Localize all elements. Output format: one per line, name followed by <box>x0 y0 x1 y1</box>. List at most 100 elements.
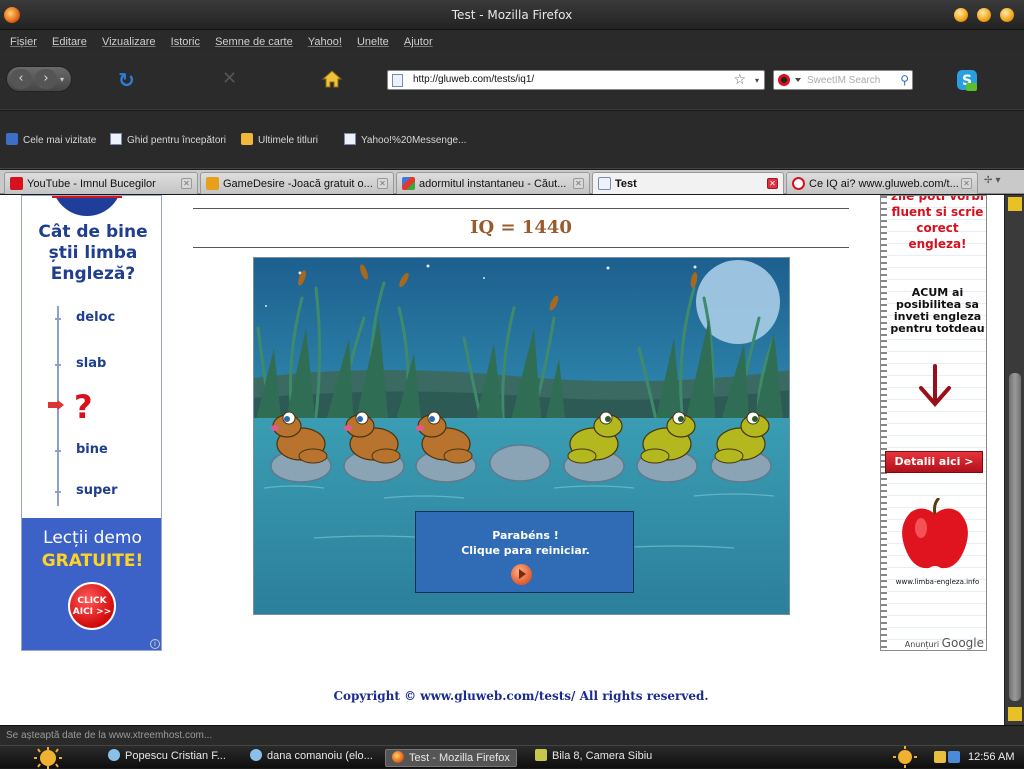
bookmark-yahoo-messenger[interactable]: Yahoo!%20Messenge... <box>344 133 466 146</box>
reload-icon[interactable]: ↻ <box>118 68 135 92</box>
gamedesire-icon <box>206 177 219 190</box>
tab-youtube[interactable]: YouTube - Imnul Bucegilor ✕ <box>4 172 198 194</box>
minimize-button[interactable] <box>954 8 968 22</box>
ad-top-text: zile poti vorbi fluent si scrie corect e… <box>890 195 985 251</box>
close-tab-icon[interactable]: ✕ <box>767 178 778 189</box>
home-icon[interactable] <box>322 70 342 88</box>
system-clock[interactable]: 12:56 AM <box>968 751 1014 763</box>
ad-site-url[interactable]: www.limba-engleza.info <box>887 578 986 586</box>
messenger-icon <box>250 749 262 761</box>
bookmark-getting-started[interactable]: Ghid pentru începători <box>110 133 226 146</box>
skype-icon[interactable]: S <box>955 68 979 92</box>
scroll-down-button[interactable] <box>1008 707 1022 721</box>
iq-result: IQ = 1440 <box>470 217 572 238</box>
back-icon[interactable]: ‹ <box>10 69 32 89</box>
window-titlebar: Test - Mozilla Firefox <box>0 0 1024 30</box>
tab-gluweb-iq[interactable]: Ce IQ ai? www.gluweb.com/t... ✕ <box>786 172 978 194</box>
youtube-icon <box>10 177 23 190</box>
menu-bookmarks[interactable]: Semne de carte <box>215 36 293 48</box>
history-dropdown-icon[interactable]: ▾ <box>60 75 64 84</box>
maximize-button[interactable] <box>977 8 991 22</box>
gluweb-icon <box>792 177 805 190</box>
vertical-scrollbar[interactable] <box>1004 195 1024 725</box>
tray-envelope-icon[interactable] <box>934 751 946 763</box>
close-tab-icon[interactable]: ✕ <box>961 178 972 189</box>
question-mark: ? <box>74 388 93 426</box>
copyright-text: Copyright © www.gluweb.com/tests/ All ri… <box>333 689 709 703</box>
search-engine-icon[interactable] <box>777 73 803 87</box>
divider-top <box>193 208 849 209</box>
tray-network-icon[interactable] <box>948 751 960 763</box>
url-dropdown-icon[interactable]: ▾ <box>755 76 759 85</box>
most-visited-icon <box>6 133 18 145</box>
close-button[interactable] <box>1000 8 1014 22</box>
start-menu-icon[interactable] <box>22 747 74 769</box>
option-deloc[interactable]: deloc <box>76 310 115 325</box>
game-message-box[interactable]: Parabéns ! Clique para reiniciar. <box>415 511 634 593</box>
search-bar[interactable]: SweetIM Search ⚲ <box>773 70 913 90</box>
ad-info-icon[interactable]: i <box>150 639 160 649</box>
close-tab-icon[interactable]: ✕ <box>181 178 192 189</box>
message-congrats: Parabéns ! <box>492 529 559 542</box>
menu-edit[interactable]: Editare <box>52 36 87 48</box>
scroll-thumb[interactable] <box>1009 373 1021 701</box>
bookmark-most-visited[interactable]: Cele mai vizitate <box>6 133 96 146</box>
stop-icon[interactable]: ✕ <box>222 68 237 89</box>
google-icon <box>402 177 415 190</box>
close-tab-icon[interactable]: ✕ <box>573 178 584 189</box>
option-bine[interactable]: bine <box>76 442 108 457</box>
rss-folder-icon <box>241 133 253 145</box>
divider-bottom <box>193 247 849 248</box>
menu-yahoo[interactable]: Yahoo! <box>308 36 342 48</box>
game-icon <box>535 749 547 761</box>
navigation-toolbar: ‹ › ▾ ↻ ✕ http://gluweb.com/tests/iq1/ ☆… <box>0 50 1024 110</box>
demo-lessons-panel[interactable]: Lecții demo GRATUITE! CLICK AICI >> i <box>22 518 161 650</box>
click-here-button[interactable]: CLICK AICI >> <box>68 582 116 630</box>
close-tab-icon[interactable]: ✕ <box>377 178 388 189</box>
search-icon[interactable]: ⚲ <box>900 73 909 87</box>
forward-icon[interactable]: › <box>35 69 57 89</box>
tab-gamedesire[interactable]: GameDesire -Joacă gratuit o... ✕ <box>200 172 394 194</box>
bookmarks-toolbar: Cele mai vizitate Ghid pentru începători… <box>0 111 1024 169</box>
ads-by-google[interactable]: Anunțuri Google <box>905 636 984 650</box>
taskbar-item-firefox[interactable]: Test - Mozilla Firefox <box>385 749 517 767</box>
tab-strip: YouTube - Imnul Bucegilor ✕ GameDesire -… <box>0 170 1024 194</box>
tab-google-search[interactable]: adormitul instantaneu - Căut... ✕ <box>396 172 590 194</box>
english-course-ad[interactable]: zile poti vorbi fluent si scrie corect e… <box>880 195 987 651</box>
taskbar-item-game[interactable]: Bila 8, Camera Sibiu <box>535 749 652 767</box>
demo-free-label: GRATUITE! <box>41 551 144 571</box>
ad-question: Cât de bine știi limba Engleză? <box>38 222 148 284</box>
page-icon <box>598 177 611 190</box>
english-quiz-ad[interactable]: Cât de bine știi limba Engleză? deloc sl… <box>21 195 162 651</box>
scale-tick <box>55 318 61 320</box>
scale-tick <box>55 491 61 493</box>
details-button[interactable]: Detalii aici > <box>885 451 983 473</box>
scroll-up-button[interactable] <box>1008 197 1022 211</box>
option-super[interactable]: super <box>76 483 118 498</box>
menu-view[interactable]: Vizualizare <box>102 36 156 48</box>
window-title: Test - Mozilla Firefox <box>451 8 573 22</box>
bookmark-latest-headlines[interactable]: Ultimele titluri <box>241 133 318 146</box>
option-slab[interactable]: slab <box>76 356 106 371</box>
menu-bar: Fișier Editare Vizualizare Istoric Semne… <box>0 30 1024 50</box>
menu-history[interactable]: Istoric <box>171 36 200 48</box>
search-input[interactable]: SweetIM Search <box>807 75 880 86</box>
page-icon <box>344 133 356 145</box>
address-bar[interactable]: http://gluweb.com/tests/iq1/ ☆ ▾ <box>387 70 765 90</box>
menu-help[interactable]: Ajutor <box>404 36 433 48</box>
pointer-arrow-icon <box>48 400 64 410</box>
page-content: Cât de bine știi limba Engleză? deloc sl… <box>0 195 1004 725</box>
taskbar: Popescu Cristian F... dana comanoiu (elo… <box>0 745 1024 769</box>
tab-list-icon[interactable]: ✢ ▾ <box>984 175 1001 186</box>
tab-test[interactable]: Test ✕ <box>592 172 784 194</box>
menu-tools[interactable]: Unelte <box>357 36 389 48</box>
play-icon[interactable] <box>511 564 532 585</box>
menu-file[interactable]: Fișier <box>10 36 37 48</box>
taskbar-item-messenger-2[interactable]: dana comanoiu (elo... <box>250 749 373 767</box>
apple-icon <box>902 498 968 569</box>
taskbar-item-messenger-1[interactable]: Popescu Cristian F... <box>108 749 226 767</box>
url-text[interactable]: http://gluweb.com/tests/iq1/ <box>413 74 534 85</box>
back-forward-group: ‹ › ▾ <box>6 66 72 92</box>
bookmark-star-icon[interactable]: ☆ <box>733 72 746 88</box>
arrow-down-icon <box>919 364 951 408</box>
